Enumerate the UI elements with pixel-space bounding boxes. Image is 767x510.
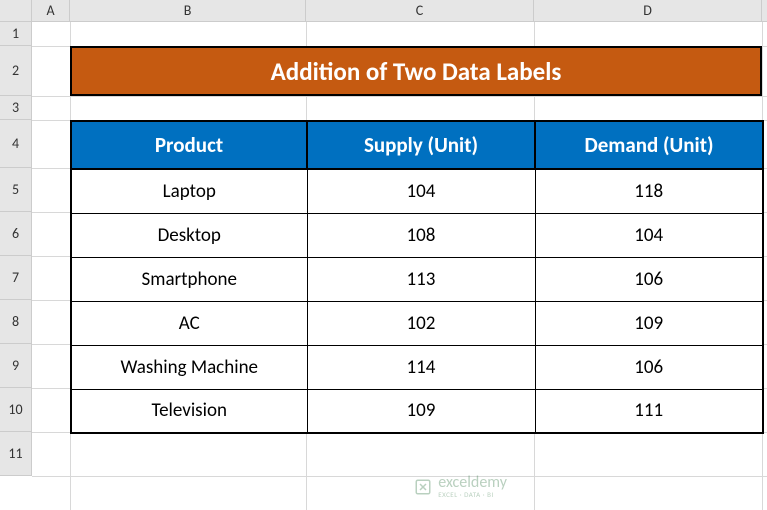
table-header-row: Product Supply (Unit) Demand (Unit) — [71, 121, 763, 169]
cell-supply[interactable]: 114 — [307, 345, 535, 389]
cell-product[interactable]: Television — [71, 389, 307, 433]
row-header-10[interactable]: 10 — [0, 388, 32, 432]
header-supply[interactable]: Supply (Unit) — [307, 121, 535, 169]
data-table: Product Supply (Unit) Demand (Unit) Lapt… — [70, 120, 764, 434]
column-header-B[interactable]: B — [70, 0, 306, 21]
watermark-logo-icon — [414, 478, 432, 496]
header-demand[interactable]: Demand (Unit) — [535, 121, 763, 169]
table-row: Desktop 108 104 — [71, 213, 763, 257]
watermark-sub-text: EXCEL · DATA · BI — [438, 491, 507, 498]
watermark: exceldemy EXCEL · DATA · BI — [414, 475, 507, 498]
row-headers-column: 1 2 3 4 5 6 7 8 9 10 11 — [0, 22, 32, 476]
column-headers-row: A B C D — [0, 0, 767, 22]
column-header-C[interactable]: C — [306, 0, 534, 21]
row-header-11[interactable]: 11 — [0, 432, 32, 476]
cell-product[interactable]: Desktop — [71, 213, 307, 257]
row-header-2[interactable]: 2 — [0, 46, 32, 96]
table-row: Washing Machine 114 106 — [71, 345, 763, 389]
cell-product[interactable]: AC — [71, 301, 307, 345]
cell-demand[interactable]: 104 — [535, 213, 763, 257]
cell-product[interactable]: Laptop — [71, 169, 307, 213]
cell-supply[interactable]: 104 — [307, 169, 535, 213]
spreadsheet-grid: A B C D 1 2 3 4 5 6 7 8 9 10 11 — [0, 0, 767, 510]
column-header-D[interactable]: D — [534, 0, 762, 21]
table-row: AC 102 109 — [71, 301, 763, 345]
cell-demand[interactable]: 106 — [535, 345, 763, 389]
cell-demand[interactable]: 111 — [535, 389, 763, 433]
row-header-7[interactable]: 7 — [0, 256, 32, 300]
cell-supply[interactable]: 113 — [307, 257, 535, 301]
title-text: Addition of Two Data Labels — [271, 56, 562, 87]
row-header-5[interactable]: 5 — [0, 168, 32, 212]
cell-demand[interactable]: 109 — [535, 301, 763, 345]
watermark-main-text: exceldemy — [438, 475, 507, 491]
cell-supply[interactable]: 108 — [307, 213, 535, 257]
cell-product[interactable]: Washing Machine — [71, 345, 307, 389]
table-row: Smartphone 113 106 — [71, 257, 763, 301]
row-header-1[interactable]: 1 — [0, 22, 32, 46]
row-header-8[interactable]: 8 — [0, 300, 32, 344]
table-row: Laptop 104 118 — [71, 169, 763, 213]
cell-supply[interactable]: 109 — [307, 389, 535, 433]
table-row: Television 109 111 — [71, 389, 763, 433]
title-cell[interactable]: Addition of Two Data Labels — [70, 46, 762, 96]
cell-demand[interactable]: 118 — [535, 169, 763, 213]
header-product[interactable]: Product — [71, 121, 307, 169]
row-header-6[interactable]: 6 — [0, 212, 32, 256]
column-header-A[interactable]: A — [32, 0, 70, 21]
row-header-9[interactable]: 9 — [0, 344, 32, 388]
select-all-corner[interactable] — [0, 0, 32, 21]
row-header-4[interactable]: 4 — [0, 120, 32, 168]
row-header-3[interactable]: 3 — [0, 96, 32, 120]
cell-demand[interactable]: 106 — [535, 257, 763, 301]
cell-supply[interactable]: 102 — [307, 301, 535, 345]
cell-product[interactable]: Smartphone — [71, 257, 307, 301]
